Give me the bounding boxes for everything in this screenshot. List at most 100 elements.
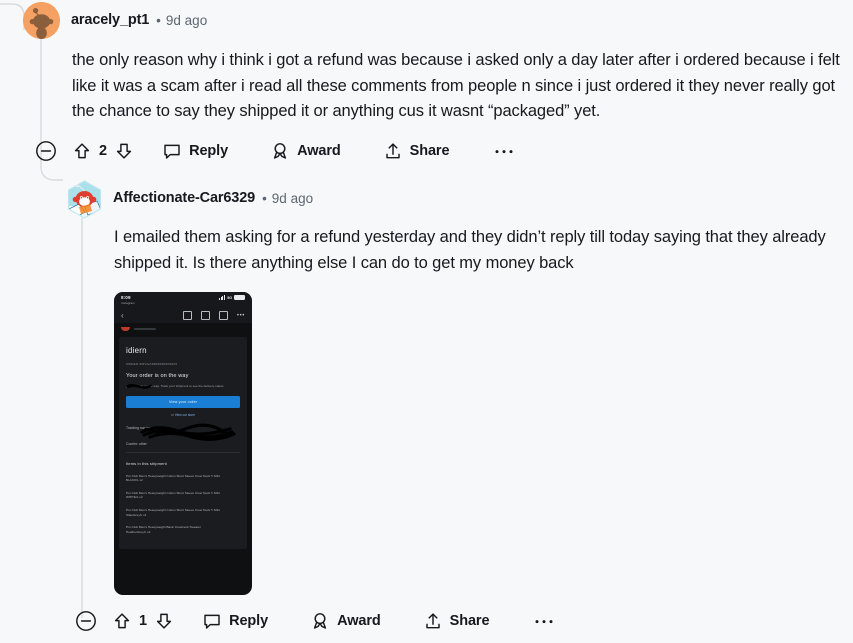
overflow-dots-icon (535, 620, 553, 624)
comment-action-bar: 2 Reply Award Share (34, 135, 853, 167)
comment-author-username[interactable]: aracely_pt1 (71, 12, 149, 28)
status-app-name: Instagram (121, 301, 135, 305)
collapse-minus-icon (36, 140, 56, 161)
snoo-icon (23, 1, 60, 39)
award-button[interactable]: Award (310, 606, 381, 636)
toolbar-icons: ••• (182, 311, 245, 320)
comment-overflow-button[interactable] (493, 141, 515, 161)
item-variant: WHITE/L x2 (126, 495, 143, 500)
share-label: Share (409, 142, 450, 159)
share-button[interactable]: Share (383, 136, 450, 166)
sender-logo-icon (121, 326, 130, 331)
upvote-arrow-icon (74, 142, 90, 158)
sender-name-placeholder (134, 327, 156, 330)
vote-count: 1 (139, 613, 148, 629)
comment-image-attachment[interactable]: 8:09 5G Instagram ‹ ••• idiern ORDER #MV… (114, 292, 252, 595)
courier-label: Courier: other (126, 442, 147, 446)
comment-overflow-button[interactable] (533, 611, 555, 631)
reply-label: Reply (189, 142, 229, 159)
phone-status-bar: 8:09 5G (114, 292, 252, 308)
view-store-link[interactable]: View our store (175, 413, 195, 417)
email-headline: Your order is on the way (126, 373, 189, 379)
email-body-card: idiern ORDER #MVGA9909090909929 Your ord… (119, 337, 247, 550)
item-variant: HeatherGrey/L x2 (126, 529, 151, 534)
network-label: 5G (227, 295, 232, 300)
upvote-arrow-icon (114, 613, 130, 629)
comment-timestamp: 9d ago (165, 12, 208, 28)
mail-toolbar: ‹ ••• (114, 308, 252, 323)
overflow-dots-icon (495, 149, 513, 153)
award-ribbon-icon (313, 613, 327, 629)
comment-action-bar: 1 Reply Award Share (74, 605, 853, 637)
award-ribbon-icon (273, 142, 287, 159)
status-time: 8:09 (121, 295, 131, 300)
shipment-item: Pro Club Men's Heavyweight Cotton Short … (126, 508, 240, 517)
comment-thread: aracely_pt1 • 9d ago the only reason why… (0, 0, 853, 643)
email-subtext: your order is on the way. Track your shi… (126, 383, 240, 389)
section-divider (126, 452, 240, 453)
trash-icon[interactable] (200, 311, 210, 320)
battery-full-icon (234, 295, 245, 300)
view-order-button[interactable]: View your order (126, 396, 240, 408)
collapse-comment-button[interactable] (74, 609, 98, 633)
view-store-link-row[interactable]: or View our store (126, 413, 240, 417)
status-indicators: 5G (218, 295, 245, 300)
award-button[interactable]: Award (270, 136, 341, 166)
items-section-header: Items in this shipment (126, 460, 167, 466)
redaction-scribble-icon (140, 423, 236, 441)
email-brand-name: idiern (126, 346, 147, 355)
comment-body-text: the only reason why i think i got a refu… (72, 51, 845, 120)
shipment-item: Pro Club Men's Heavyweight Cotton Short … (126, 491, 240, 500)
store-link-prefix: or (170, 413, 174, 417)
signal-bars-icon (218, 295, 226, 300)
avatar[interactable] (23, 1, 60, 39)
comment-bubble-icon (164, 144, 180, 159)
reply-button[interactable]: Reply (162, 136, 228, 166)
overflow-dots-icon[interactable]: ••• (237, 313, 245, 319)
collapse-comment-button[interactable] (34, 139, 58, 163)
share-upload-icon (425, 613, 440, 629)
snoo-icon (67, 179, 102, 219)
award-label: Award (337, 613, 381, 629)
comment-timestamp: 9d ago (271, 190, 314, 206)
item-variant: SlateGrey/L x1 (126, 512, 147, 517)
order-number: ORDER #MVGA9909090909929 (126, 362, 178, 366)
upvote-button[interactable] (112, 611, 132, 631)
vote-group: 1 (112, 611, 174, 631)
chevron-left-icon[interactable]: ‹ (121, 311, 124, 320)
comment-affectionate-car6329: Affectionate-Car6329 • 9d ago I emailed … (40, 178, 853, 637)
downvote-button[interactable] (114, 141, 134, 161)
comment-header: aracely_pt1 • 9d ago (0, 0, 853, 40)
comment-aracely-pt1: aracely_pt1 • 9d ago the only reason why… (0, 0, 853, 167)
downvote-arrow-icon (116, 143, 132, 159)
collapse-minus-icon (76, 611, 96, 631)
share-label: Share (449, 613, 490, 629)
downvote-arrow-icon (156, 613, 172, 629)
comment-header: Affectionate-Car6329 • 9d ago (40, 178, 853, 219)
reply-button[interactable]: Reply (202, 606, 268, 636)
share-upload-icon (385, 142, 400, 158)
snoo-hexagon-avatar[interactable] (65, 179, 104, 219)
vote-group: 2 (72, 141, 134, 161)
mail-icon[interactable] (218, 311, 228, 320)
avatar[interactable] (65, 179, 104, 219)
shipment-item: Pro Club Men's Heavyweight Basic Crewnec… (126, 525, 240, 534)
upvote-button[interactable] (72, 141, 92, 161)
view-order-label: View your order (168, 400, 198, 404)
redaction-scribble-icon (126, 383, 152, 389)
item-variant: BLACK/L x2 (126, 478, 143, 483)
order-shipping-email-screenshot[interactable]: 8:09 5G Instagram ‹ ••• idiern ORDER #MV… (114, 292, 252, 595)
comment-body-text: I emailed them asking for a refund yeste… (114, 228, 831, 272)
email-sender-row (114, 323, 252, 334)
comment-bubble-icon (204, 614, 220, 629)
reply-label: Reply (229, 613, 269, 629)
archive-box-icon[interactable] (182, 311, 192, 320)
award-label: Award (297, 142, 341, 159)
downvote-button[interactable] (154, 611, 174, 631)
snoo-circle-avatar[interactable] (23, 1, 60, 39)
comment-author-username[interactable]: Affectionate-Car6329 (113, 190, 255, 206)
header-separator: • (156, 12, 161, 28)
share-button[interactable]: Share (423, 606, 490, 636)
tracking-number-row: Tracking number (126, 423, 240, 441)
shipment-item: Pro Club Men's Heavyweight Cotton Short … (126, 474, 240, 483)
